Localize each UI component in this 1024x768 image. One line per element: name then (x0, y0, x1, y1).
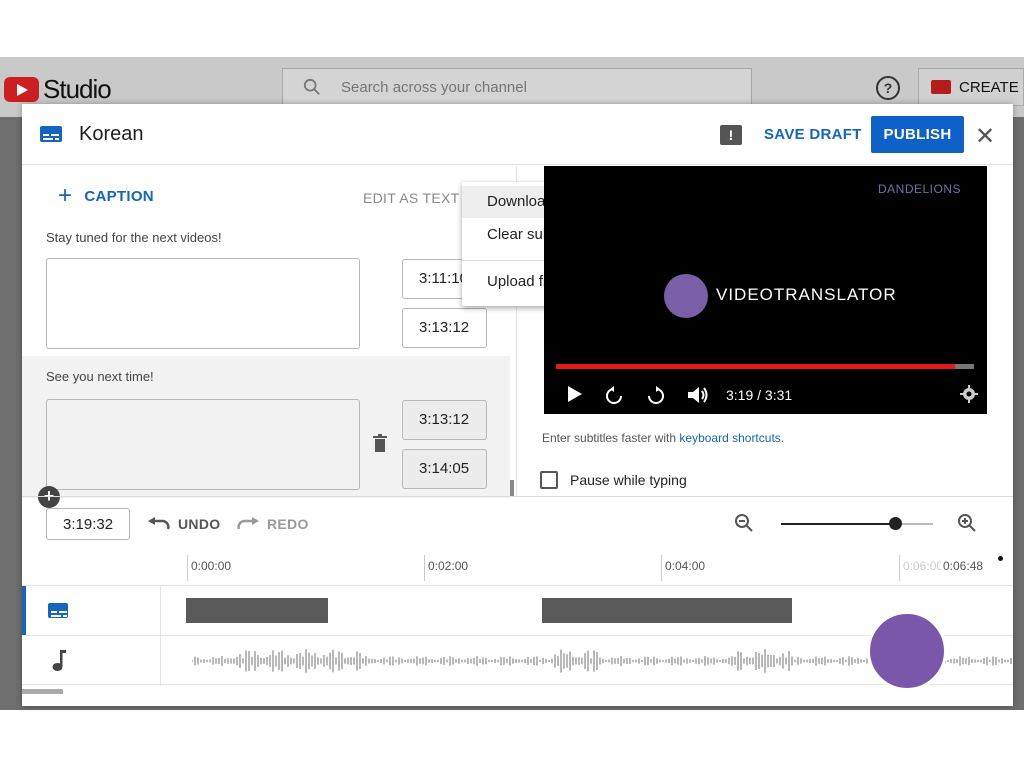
caption-text: See you next time! (46, 369, 154, 384)
create-button[interactable]: CREATE (918, 68, 1024, 106)
ruler-tick-label: 0:04:00 (665, 559, 706, 573)
timeline-scrollbar[interactable] (22, 689, 63, 694)
video-player[interactable]: DANDELIONS VIDEOTRANSLATOR 3:19 / 3:31 (544, 166, 987, 414)
subtitle-block[interactable] (542, 598, 792, 623)
current-time-field[interactable]: 3:19:32 (46, 508, 130, 540)
pause-while-typing-checkbox[interactable] (540, 471, 558, 489)
ruler-tick (424, 555, 425, 581)
studio-logo[interactable]: Studio (4, 74, 112, 105)
undo-label: UNDO (178, 516, 221, 532)
caption-start-time[interactable]: 3:13:12 (402, 400, 487, 440)
keyboard-shortcuts-link[interactable]: keyboard shortcuts (679, 431, 780, 445)
caption-text: Stay tuned for the next videos! (46, 230, 222, 245)
subtitle-track[interactable] (22, 585, 1013, 636)
video-progress-fill (556, 364, 956, 369)
rewind-10-icon[interactable] (604, 386, 624, 406)
ruler-tick-label: 0:02:00 (428, 559, 469, 573)
ruler-end-label: 0:06:48 (941, 559, 984, 573)
publish-button[interactable]: PUBLISH (871, 116, 964, 153)
search-icon (303, 78, 320, 95)
undo-icon (148, 517, 170, 530)
ruler-tick (187, 555, 188, 581)
subtitle-block[interactable] (186, 598, 328, 623)
save-draft-button[interactable]: SAVE DRAFT (764, 126, 862, 143)
timeline-end-marker (998, 556, 1003, 561)
dialog-title: Korean (79, 123, 144, 145)
studio-logo-text: Studio (43, 74, 112, 104)
add-caption-label: CAPTION (84, 187, 154, 205)
plus-icon: + (58, 182, 73, 209)
forward-10-icon[interactable] (646, 386, 666, 406)
dialog-header: Korean ! SAVE DRAFT PUBLISH ✕ (22, 104, 1013, 165)
zoom-out-icon[interactable] (734, 513, 754, 533)
videotranslator-logo-icon (664, 274, 708, 318)
redo-label: REDO (267, 516, 309, 532)
search-input[interactable] (341, 78, 701, 96)
undo-button[interactable]: UNDO (148, 516, 220, 532)
feedback-icon[interactable]: ! (720, 125, 742, 145)
pause-while-typing-label: Pause while typing (570, 472, 687, 488)
audio-track[interactable] (22, 635, 1013, 686)
delete-icon[interactable] (373, 434, 387, 452)
ruler-tick-label: 0:00:00 (191, 559, 232, 573)
timeline-ruler[interactable]: 0:00:00 0:02:00 0:04:00 0:06:00 0:06:48 (187, 555, 1013, 585)
timeline-panel: 3:19:32 UNDO REDO 0:00:00 0:02:00 0:04:0… (22, 496, 1013, 706)
add-caption-button[interactable]: + CAPTION (58, 182, 154, 209)
close-icon[interactable]: ✕ (975, 122, 995, 151)
zoom-slider-handle[interactable] (889, 517, 902, 530)
zoom-slider-fill (781, 523, 895, 525)
redo-button[interactable]: REDO (237, 516, 309, 532)
caption-textarea[interactable] (46, 399, 360, 490)
channel-search[interactable] (282, 68, 752, 106)
zoom-in-icon[interactable] (957, 513, 977, 533)
subtitle-editor-dialog: Korean ! SAVE DRAFT PUBLISH ✕ + CAPTION … (22, 104, 1013, 706)
track-divider (160, 636, 161, 686)
caption-editor-panel: + CAPTION EDIT AS TEXT Stay tuned for th… (22, 166, 516, 508)
volume-icon[interactable] (688, 386, 710, 404)
shortcut-hint: Enter subtitles faster with keyboard sho… (542, 431, 784, 445)
create-label: CREATE (959, 78, 1019, 96)
caption-list-scrollbar[interactable] (510, 480, 514, 496)
videotranslator-watermark-icon (867, 611, 947, 691)
youtube-play-icon (4, 77, 39, 102)
video-camera-icon (931, 80, 951, 94)
subtitles-icon (48, 603, 68, 618)
settings-gear-icon[interactable] (960, 385, 978, 403)
help-icon[interactable]: ? (876, 76, 900, 100)
caption-end-time[interactable]: 3:13:12 (402, 308, 487, 348)
redo-icon (237, 517, 259, 530)
hint-text: Enter subtitles faster with (542, 431, 680, 445)
caption-textarea[interactable] (46, 258, 360, 349)
ruler-tick (899, 555, 900, 581)
play-icon[interactable] (568, 386, 582, 402)
hint-suffix: . (780, 431, 785, 445)
ruler-tick-label: 0:06:00 (903, 559, 944, 573)
subtitles-icon (40, 126, 62, 142)
caption-end-time[interactable]: 3:14:05 (402, 449, 487, 489)
ruler-tick (661, 555, 662, 581)
brand-watermark: DANDELIONS (878, 182, 962, 196)
track-divider (160, 586, 161, 636)
video-time-display: 3:19 / 3:31 (726, 387, 793, 403)
edit-as-text-button[interactable]: EDIT AS TEXT (363, 190, 459, 206)
track-selected-indicator (22, 586, 26, 636)
video-overlay-text: VIDEOTRANSLATOR (716, 285, 897, 304)
music-note-icon (52, 650, 66, 671)
